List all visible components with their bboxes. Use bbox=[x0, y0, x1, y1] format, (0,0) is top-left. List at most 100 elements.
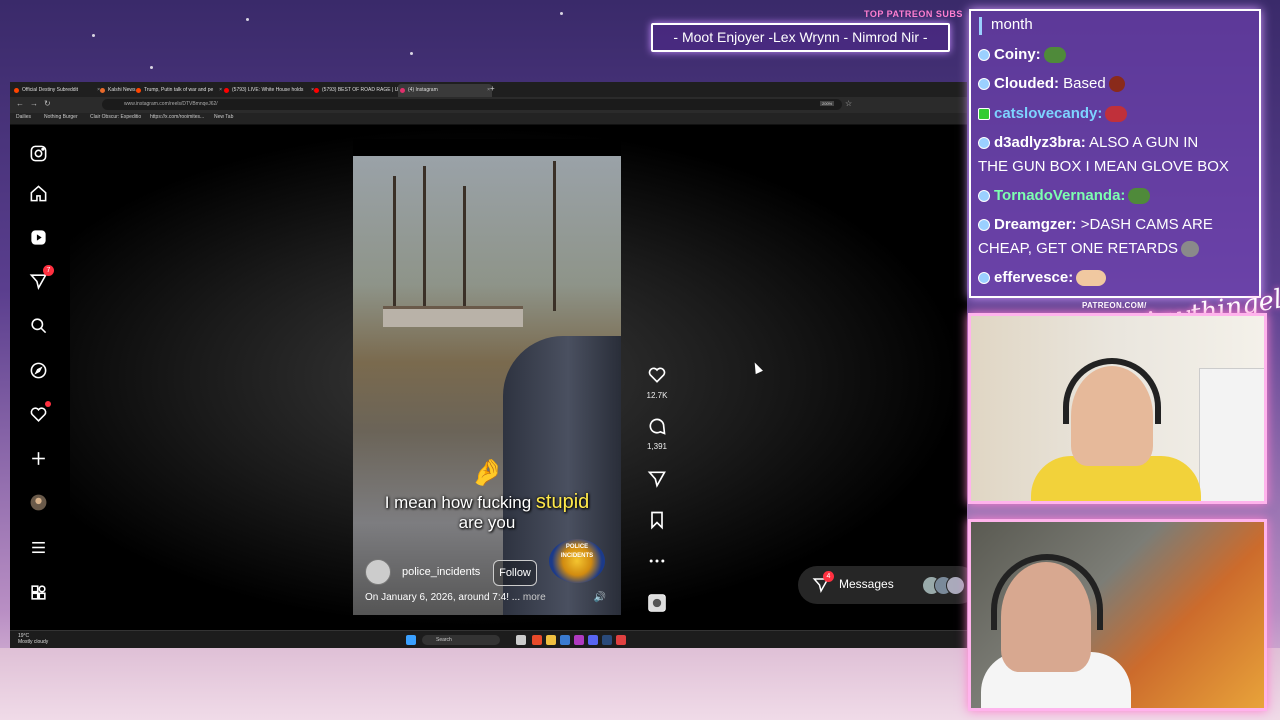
bookmark-star-icon[interactable]: ☆ bbox=[845, 99, 852, 108]
patreon-label: PATREON.COM/ bbox=[1082, 301, 1147, 310]
share-button[interactable] bbox=[642, 469, 672, 494]
create-icon[interactable] bbox=[28, 448, 48, 468]
headphones bbox=[991, 554, 1103, 630]
taskbar-search[interactable]: Search bbox=[422, 635, 500, 645]
reels-icon[interactable] bbox=[28, 227, 48, 247]
background-star bbox=[410, 52, 413, 55]
chat-message: Clouded: Based bbox=[978, 72, 1125, 96]
app-icon[interactable] bbox=[574, 635, 584, 645]
browser-tab-active[interactable]: (4) Instagram × bbox=[398, 84, 492, 97]
rock-emote-icon bbox=[1181, 241, 1200, 258]
file-explorer-icon[interactable] bbox=[546, 635, 556, 645]
bookmark-item[interactable]: Dailies bbox=[16, 114, 31, 120]
app-icon[interactable] bbox=[560, 635, 570, 645]
chat-text: month bbox=[991, 16, 1033, 33]
messages-button[interactable]: 4 Messages bbox=[798, 566, 967, 604]
chat-accent-bar bbox=[979, 17, 982, 35]
tab-label: Official Destiny Subreddit bbox=[22, 87, 79, 93]
chat-text: >DASH CAMS ARE bbox=[1080, 216, 1213, 233]
chat-username: Dreamgzer: bbox=[994, 216, 1077, 233]
more-apps-icon[interactable] bbox=[28, 582, 48, 602]
discord-icon[interactable] bbox=[588, 635, 598, 645]
tab-bar: Official Destiny Subreddit × Kalshi News … bbox=[10, 82, 967, 97]
profile-avatar[interactable] bbox=[28, 492, 48, 512]
bookmarks-bar: Dailies Nothing Burger Clair Obscur: Exp… bbox=[10, 113, 967, 125]
zoom-indicator[interactable]: 200% bbox=[820, 101, 835, 106]
favicon-icon bbox=[136, 88, 141, 93]
chat-badge-icon bbox=[978, 108, 990, 121]
like-button[interactable]: 12.7K bbox=[642, 365, 672, 400]
chat-message: Coiny: bbox=[978, 43, 1066, 67]
bookmark-item[interactable]: Nothing Burger bbox=[44, 114, 78, 120]
messages-label: Messages bbox=[839, 577, 894, 591]
tree bbox=[423, 166, 426, 316]
tree bbox=[553, 161, 556, 311]
top-subs-label: TOP PATREON SUBS bbox=[864, 9, 963, 19]
reload-icon[interactable]: ↻ bbox=[44, 99, 51, 108]
bookmark-icon bbox=[651, 511, 663, 530]
more-link[interactable]: more bbox=[523, 592, 546, 603]
message-avatar bbox=[946, 576, 965, 595]
heart-icon bbox=[648, 367, 666, 383]
address-bar[interactable]: www.instagram.com/reels/DTVBmnqeJ62/ bbox=[102, 99, 842, 110]
chat-text: Based bbox=[1063, 75, 1106, 92]
app-icon[interactable] bbox=[616, 635, 626, 645]
instagram-logo-icon[interactable] bbox=[28, 143, 48, 163]
url-text: www.instagram.com/reels/DTVBmnqeJ62/ bbox=[124, 101, 218, 107]
new-tab-icon[interactable]: + bbox=[490, 84, 495, 93]
reel-video[interactable]: 🤌 I mean how fucking stupid are you POLI… bbox=[353, 139, 621, 615]
search-icon[interactable] bbox=[28, 315, 48, 335]
steam-icon[interactable] bbox=[602, 635, 612, 645]
browser-tab[interactable]: Official Destiny Subreddit × bbox=[12, 84, 102, 97]
emote-icon bbox=[1076, 270, 1107, 287]
emote-icon bbox=[1105, 106, 1128, 123]
frog-emote-icon bbox=[1043, 47, 1066, 64]
author-name[interactable]: police_incidents bbox=[402, 566, 480, 578]
address-row: ← → ↻ www.instagram.com/reels/DTVBmnqeJ6… bbox=[10, 97, 967, 113]
chat-user-icon bbox=[978, 78, 990, 91]
direct-messages-icon[interactable]: 7 bbox=[28, 265, 54, 291]
subs-ticker: - Moot Enjoyer -Lex Wrynn - Nimrod Nir - bbox=[651, 23, 950, 52]
forward-icon[interactable]: → bbox=[30, 99, 38, 108]
bookmark-item[interactable]: Clair Obscur: Expeditio bbox=[90, 114, 141, 120]
volume-icon[interactable]: 🔊 bbox=[591, 589, 609, 607]
chat-username: d3adlyz3bra: bbox=[994, 134, 1086, 151]
chat-message: month bbox=[991, 13, 1033, 37]
comment-button[interactable]: 1,391 bbox=[642, 416, 672, 451]
back-icon[interactable]: ← bbox=[16, 99, 24, 108]
more-options-button[interactable] bbox=[642, 551, 672, 576]
emote-icon bbox=[1108, 76, 1125, 93]
browser-tab[interactable]: (5793) LIVE: White House holds × bbox=[222, 84, 316, 97]
start-icon[interactable] bbox=[406, 635, 416, 645]
share-icon bbox=[647, 471, 666, 488]
chrome-icon[interactable] bbox=[532, 635, 542, 645]
tab-label: (4) Instagram bbox=[408, 87, 438, 93]
weather-desc: Mostly cloudy bbox=[18, 639, 49, 645]
home-icon[interactable] bbox=[28, 183, 48, 203]
chat-message: effervesce: bbox=[978, 266, 1107, 290]
webcam-bottom bbox=[968, 519, 1267, 711]
tab-label: (5793) LIVE: White House holds bbox=[232, 87, 304, 93]
explore-icon[interactable] bbox=[28, 360, 48, 380]
task-view-icon[interactable] bbox=[516, 635, 526, 645]
browser-tab[interactable]: (5793) BEST OF ROAD RAGE | U× bbox=[312, 84, 402, 97]
ellipsis-icon bbox=[649, 559, 665, 563]
chat-username: TornadoVernanda: bbox=[994, 187, 1126, 204]
follow-button[interactable]: Follow bbox=[493, 560, 537, 586]
chat-message: d3adlyz3bra: ALSO A GUN IN bbox=[978, 131, 1198, 155]
chat-message: TornadoVernanda: bbox=[978, 184, 1151, 208]
favicon-icon bbox=[224, 88, 229, 93]
webcam-top bbox=[968, 313, 1267, 504]
audio-thumbnail[interactable] bbox=[642, 593, 672, 618]
weather-widget[interactable]: 19°C Mostly cloudy bbox=[18, 633, 48, 645]
bookmark-item[interactable]: https://x.com/rooimites... bbox=[150, 114, 204, 120]
browser-tab[interactable]: Trump, Putin talk of war and pe × bbox=[134, 84, 224, 97]
tab-label: Trump, Putin talk of war and pe bbox=[144, 87, 214, 93]
author-avatar[interactable] bbox=[365, 559, 391, 585]
bookmark-item[interactable]: New Tab bbox=[214, 114, 233, 120]
chat-text: ALSO A GUN IN bbox=[1089, 134, 1199, 151]
notifications-icon[interactable] bbox=[28, 401, 51, 424]
stream-chat: month Coiny: Clouded: Based catslovecand… bbox=[969, 9, 1261, 298]
save-button[interactable] bbox=[642, 510, 672, 535]
menu-icon[interactable] bbox=[28, 537, 48, 557]
